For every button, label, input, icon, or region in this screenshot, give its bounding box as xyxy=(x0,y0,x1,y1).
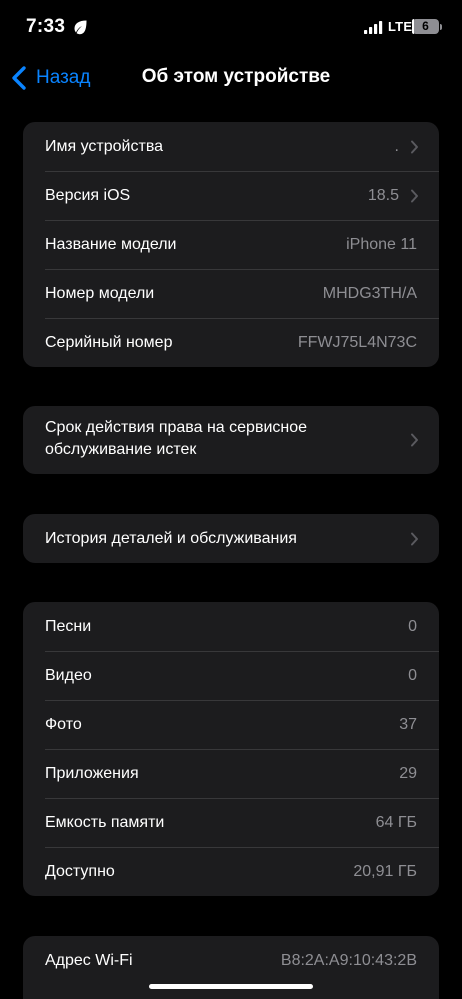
row-value: 0 xyxy=(408,666,417,684)
nav-bar: Назад Об этом устройстве xyxy=(0,56,462,100)
battery-icon: 6 xyxy=(412,18,444,36)
row-label: История деталей и обслуживания xyxy=(45,529,297,547)
row-value: 20,91 ГБ xyxy=(353,862,417,880)
chevron-right-icon xyxy=(411,433,418,447)
row-label: Серийный номер xyxy=(45,333,173,351)
row-value: B8:2A:A9:10:43:2B xyxy=(280,951,417,969)
home-indicator[interactable] xyxy=(149,984,313,989)
status-bar: 7:33 LTE 6 xyxy=(0,0,462,56)
row-label: Песни xyxy=(45,617,92,635)
media-stats-group: Песни 0 Видео 0 Фото 37 Приложения 29 Ем… xyxy=(23,602,439,896)
row-label: Версия iOS xyxy=(45,186,131,204)
available-row: Доступно 20,91 ГБ xyxy=(23,847,439,896)
wifi-address-row[interactable]: Адрес Wi-Fi B8:2A:A9:10:43:2B xyxy=(23,936,439,985)
coverage-line-2: обслуживание истек xyxy=(45,441,197,458)
coverage-line-1: Срок действия права на сервисное xyxy=(45,419,308,436)
battery-body: 6 xyxy=(412,19,439,34)
device-name-row[interactable]: Имя устройства . xyxy=(23,122,439,171)
row-label: Фото xyxy=(45,715,82,733)
row-label: Видео xyxy=(45,666,92,684)
row-value: 64 ГБ xyxy=(375,813,417,831)
ios-version-row[interactable]: Версия iOS 18.5 xyxy=(23,171,439,220)
coverage-group: Срок действия права на сервисное обслужи… xyxy=(23,406,439,474)
row-value: 37 xyxy=(399,715,417,733)
row-label: Название модели xyxy=(45,235,177,253)
row-value: 0 xyxy=(408,617,417,635)
model-name-row: Название модели iPhone 11 xyxy=(23,220,439,269)
chevron-right-icon xyxy=(411,189,418,202)
row-label: Емкость памяти xyxy=(45,813,165,831)
status-time: 7:33 xyxy=(26,16,66,37)
parts-history-row[interactable]: История деталей и обслуживания xyxy=(23,514,439,563)
row-value: FFWJ75L4N73C xyxy=(297,333,417,351)
photos-row: Фото 37 xyxy=(23,700,439,749)
serial-number-row[interactable]: Серийный номер FFWJ75L4N73C xyxy=(23,318,439,367)
model-number-row[interactable]: Номер модели MHDG3TH/A xyxy=(23,269,439,318)
row-label: Доступно xyxy=(45,862,115,880)
page-title: Об этом устройстве xyxy=(141,66,331,87)
battery-level: 6 xyxy=(422,19,429,33)
leaf-icon xyxy=(74,20,87,35)
device-info-group: Имя устройства . Версия iOS 18.5 Названи… xyxy=(23,122,439,367)
videos-row: Видео 0 xyxy=(23,651,439,700)
about-device-screen: 7:33 LTE 6 Назад Об этом устройстве Имя … xyxy=(0,0,462,999)
row-label: Адрес Wi-Fi xyxy=(45,951,133,969)
chevron-right-icon xyxy=(411,532,418,545)
row-value: 29 xyxy=(399,764,417,782)
network-type: LTE xyxy=(388,19,413,34)
row-value: MHDG3TH/A xyxy=(322,284,417,302)
chevron-right-icon xyxy=(411,140,418,153)
row-value: . xyxy=(394,137,399,155)
row-value: 18.5 xyxy=(367,186,399,204)
coverage-row[interactable]: Срок действия права на сервисное обслужи… xyxy=(23,406,439,474)
network-group: Адрес Wi-Fi B8:2A:A9:10:43:2B xyxy=(23,936,439,999)
row-label: Номер модели xyxy=(45,284,155,302)
row-label: Имя устройства xyxy=(45,137,164,155)
songs-row: Песни 0 xyxy=(23,602,439,651)
coverage-label: Срок действия права на сервисное обслужи… xyxy=(45,417,307,461)
capacity-row: Емкость памяти 64 ГБ xyxy=(23,798,439,847)
row-label: Приложения xyxy=(45,764,139,782)
battery-cap xyxy=(440,24,442,30)
apps-row: Приложения 29 xyxy=(23,749,439,798)
parts-history-group: История деталей и обслуживания xyxy=(23,514,439,563)
row-value: iPhone 11 xyxy=(346,235,417,253)
signal-icon xyxy=(364,21,383,34)
